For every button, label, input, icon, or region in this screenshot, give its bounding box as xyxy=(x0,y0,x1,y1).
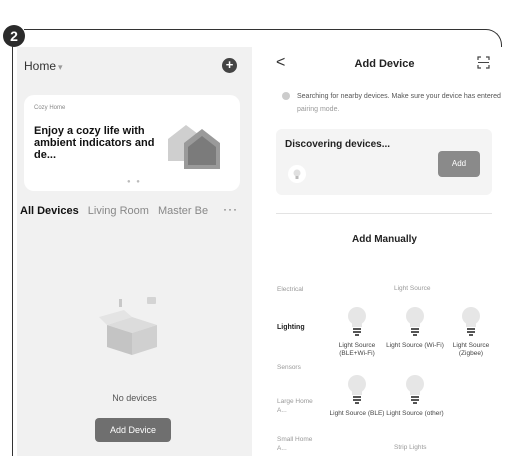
tab-living-room[interactable]: Living Room xyxy=(88,205,149,217)
subhead-light-source: Light Source xyxy=(394,285,431,292)
divider xyxy=(276,213,492,214)
chevron-down-icon: ▾ xyxy=(58,62,63,72)
empty-state-text: No devices xyxy=(112,393,157,403)
category-sensors[interactable]: Sensors xyxy=(277,363,332,372)
promo-banner[interactable]: Cozy Home Enjoy a cozy life with ambient… xyxy=(24,95,240,191)
product-label: Light Source (BLE) xyxy=(329,410,385,417)
product-label: Light Source (Zigbee) xyxy=(452,342,490,357)
tab-all-devices[interactable]: All Devices xyxy=(20,205,79,217)
promo-title: Enjoy a cozy life with ambient indicator… xyxy=(34,125,155,161)
frame-border-left xyxy=(12,46,13,456)
bulb-icon xyxy=(348,375,366,404)
add-device-screen: < Add Device Searching for nearby device… xyxy=(267,47,502,456)
frame-border-top xyxy=(24,29,502,47)
search-status-text: Searching for nearby devices. Make sure … xyxy=(297,90,502,116)
discovering-title: Discovering devices... xyxy=(285,139,391,150)
product-label: Light Source (Wi-Fi) xyxy=(386,342,444,349)
step-badge: 2 xyxy=(3,25,25,47)
bulb-icon xyxy=(406,307,424,336)
discovered-bulb-icon xyxy=(288,165,306,183)
pairing-mode-link[interactable]: pairing mode. xyxy=(297,106,339,113)
product-label: Light Source (BLE+Wi-Fi) xyxy=(338,342,376,357)
category-electrical[interactable]: Electrical xyxy=(277,285,332,294)
product-light-source-ble[interactable]: Light Source (BLE) xyxy=(328,373,386,418)
page-title: Add Device xyxy=(354,58,415,70)
product-light-source-wifi[interactable]: Light Source (Wi-Fi) xyxy=(386,305,444,350)
empty-box-icon xyxy=(99,297,157,355)
searching-spinner-icon xyxy=(282,92,290,100)
product-light-source-other[interactable]: Light Source (other) xyxy=(386,373,444,418)
bulb-icon xyxy=(462,307,480,336)
room-tabs: All Devices Living Room Master Be xyxy=(20,205,252,217)
bulb-icon xyxy=(406,375,424,404)
promo-small-label: Cozy Home xyxy=(34,105,66,111)
product-light-source-ble-wifi[interactable]: Light Source (BLE+Wi-Fi) xyxy=(328,305,386,358)
product-light-source-zigbee[interactable]: Light Source (Zigbee) xyxy=(442,305,500,358)
search-status-message: Searching for nearby devices. Make sure … xyxy=(297,93,501,100)
category-lighting[interactable]: Lighting xyxy=(277,323,332,332)
discovering-card: Discovering devices... Add xyxy=(276,129,492,195)
product-label: Light Source (other) xyxy=(386,410,444,417)
category-small-home-appliances[interactable]: Small Home A... xyxy=(277,435,317,453)
subhead-strip-lights: Strip Lights xyxy=(394,444,427,451)
more-icon[interactable]: ··· xyxy=(223,202,238,216)
home-label: Home xyxy=(24,59,57,73)
home-screen: Home ▾ + Cozy Home Enjoy a cozy life with… xyxy=(17,47,252,456)
house-illustration-icon xyxy=(168,125,220,169)
add-plus-icon[interactable]: + xyxy=(222,58,237,73)
discovered-add-button[interactable]: Add xyxy=(438,151,480,177)
scan-qr-icon[interactable] xyxy=(477,56,490,69)
bulb-icon xyxy=(348,307,366,336)
carousel-dots: ● ● xyxy=(127,179,142,185)
add-device-button[interactable]: Add Device xyxy=(95,418,171,442)
home-selector[interactable]: Home ▾ xyxy=(24,59,63,73)
tab-master-bedroom[interactable]: Master Be xyxy=(158,205,208,217)
category-large-home-appliances[interactable]: Large Home A... xyxy=(277,397,317,415)
add-manually-title: Add Manually xyxy=(351,234,417,245)
